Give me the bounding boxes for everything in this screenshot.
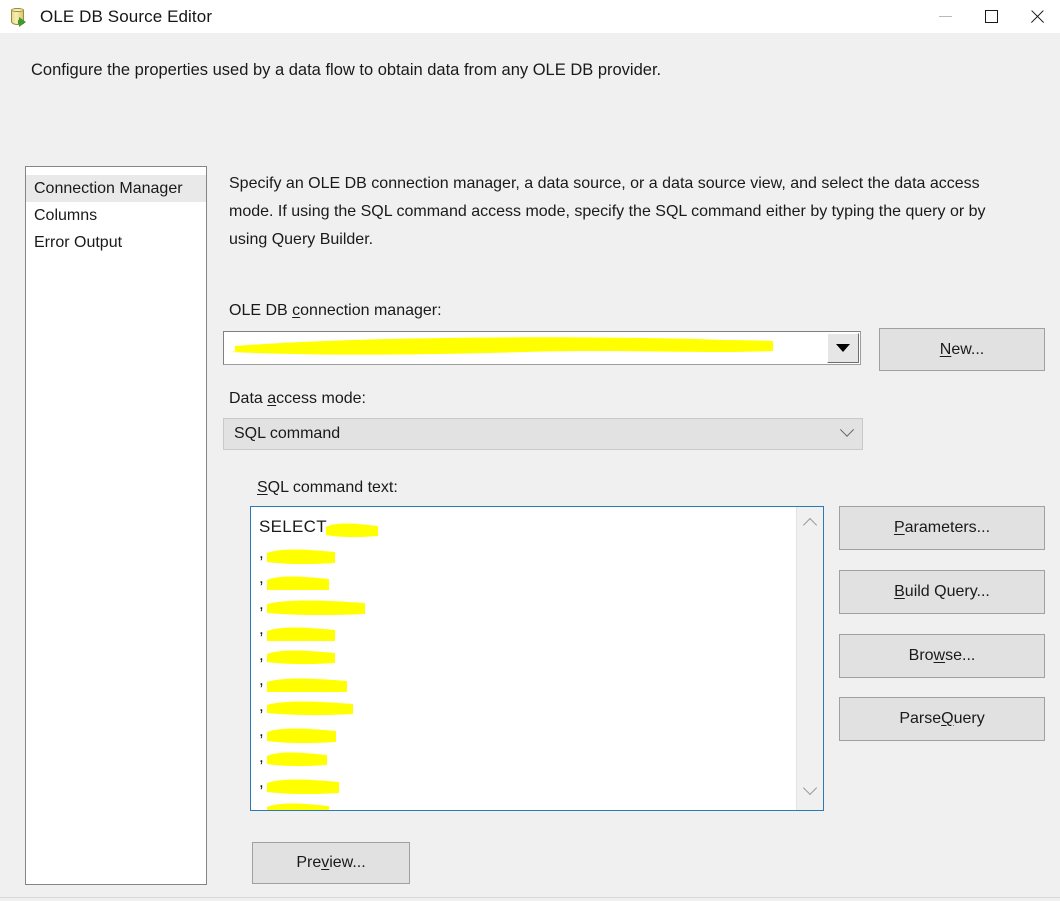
- sql-command-line: ,: [259, 718, 796, 744]
- parse-query-button[interactable]: Parse Query: [839, 697, 1045, 741]
- sql-command-textarea[interactable]: SELECT,,,,,,,,,,,: [250, 506, 824, 811]
- preview-button[interactable]: Pre v iew...: [252, 842, 410, 884]
- sql-command-line: ,: [259, 616, 796, 642]
- build-query-button[interactable]: Build Query...: [839, 570, 1045, 614]
- sql-line-prefix: ,: [259, 670, 265, 689]
- sql-line-prefix: ,: [259, 568, 265, 587]
- sql-command-scrollbar[interactable]: [796, 507, 823, 810]
- sql-command-line: ,: [259, 769, 796, 795]
- sql-line-redacted-text: [267, 541, 336, 565]
- sql-command-line: ,: [259, 591, 796, 617]
- chevron-down-icon: [839, 422, 855, 437]
- sql-line-prefix: SELECT: [259, 517, 327, 536]
- sql-command-line: SELECT: [259, 514, 796, 540]
- connection-manager-label: OLE DB connection manager:: [229, 302, 442, 319]
- connection-manager-combobox[interactable]: [223, 331, 861, 365]
- window-controls: [922, 0, 1060, 33]
- sql-line-redacted-text: [267, 694, 354, 716]
- chevron-up-icon[interactable]: [802, 517, 818, 533]
- chevron-down-icon[interactable]: [802, 780, 818, 796]
- parameters-button[interactable]: Parameters...: [839, 506, 1045, 550]
- sql-line-prefix: ,: [259, 542, 265, 562]
- sql-line-redacted-text: [267, 643, 336, 665]
- window-bottom-divider: [0, 897, 1060, 898]
- sql-line-redacted-text: [267, 567, 330, 590]
- page-instructions: Specify an OLE DB connection manager, a …: [229, 175, 986, 248]
- sql-line-prefix: ,: [259, 593, 265, 613]
- sql-command-text-label: SQL command text:: [257, 479, 398, 496]
- sql-command-line: ,: [259, 667, 796, 693]
- sql-command-line: ,: [259, 693, 796, 719]
- minimize-icon: [938, 16, 952, 17]
- sql-line-redacted-text: [325, 516, 378, 538]
- connection-manager-dropdown-button[interactable]: [827, 333, 859, 363]
- maximize-button[interactable]: [968, 0, 1014, 33]
- sql-line-redacted-text: [267, 592, 366, 616]
- sql-line-redacted-text: [267, 618, 336, 641]
- sidebar-item-columns[interactable]: Columns: [26, 202, 206, 229]
- sql-line-prefix: ,: [259, 695, 265, 715]
- browse-button[interactable]: Bro w se...: [839, 634, 1045, 678]
- sql-line-redacted-text: [267, 745, 328, 767]
- sql-command-line: ,: [259, 795, 796, 811]
- sql-command-line: ,: [259, 744, 796, 770]
- minimize-button[interactable]: [922, 0, 968, 33]
- header-description: Configure the properties used by a data …: [31, 61, 662, 79]
- data-access-mode-combobox[interactable]: SQL command: [223, 418, 863, 450]
- maximize-icon: [984, 10, 998, 23]
- sql-line-prefix: ,: [259, 772, 265, 791]
- sql-line-prefix: ,: [259, 746, 265, 766]
- sql-line-prefix: ,: [259, 721, 265, 740]
- window-title: OLE DB Source Editor: [40, 6, 213, 26]
- page-navigation-panel: Connection Manager Columns Error Output: [25, 166, 207, 885]
- sql-command-content: SELECT,,,,,,,,,,,: [251, 507, 796, 810]
- sql-line-prefix: ,: [259, 797, 265, 811]
- title-bar: OLE DB Source Editor: [0, 0, 1060, 33]
- sql-line-prefix: ,: [259, 619, 265, 638]
- data-access-mode-label: Data access mode:: [229, 390, 366, 407]
- sql-command-line: ,: [259, 642, 796, 668]
- sql-line-prefix: ,: [259, 644, 265, 664]
- sql-line-redacted-text: [267, 720, 337, 743]
- sidebar-item-connection-manager[interactable]: Connection Manager: [26, 175, 206, 202]
- sql-line-redacted-text: [267, 796, 330, 810]
- close-icon: [1029, 9, 1045, 25]
- sql-command-line: ,: [259, 565, 796, 591]
- sql-command-line: ,: [259, 540, 796, 566]
- new-button[interactable]: New...: [879, 328, 1045, 371]
- close-button[interactable]: [1014, 0, 1060, 33]
- database-source-icon: [9, 6, 31, 28]
- sidebar-item-error-output[interactable]: Error Output: [26, 229, 206, 256]
- sql-line-redacted-text: [267, 669, 348, 692]
- sql-line-redacted-text: [267, 771, 340, 794]
- data-access-mode-value: SQL command: [234, 425, 341, 442]
- triangle-down-icon: [836, 344, 850, 352]
